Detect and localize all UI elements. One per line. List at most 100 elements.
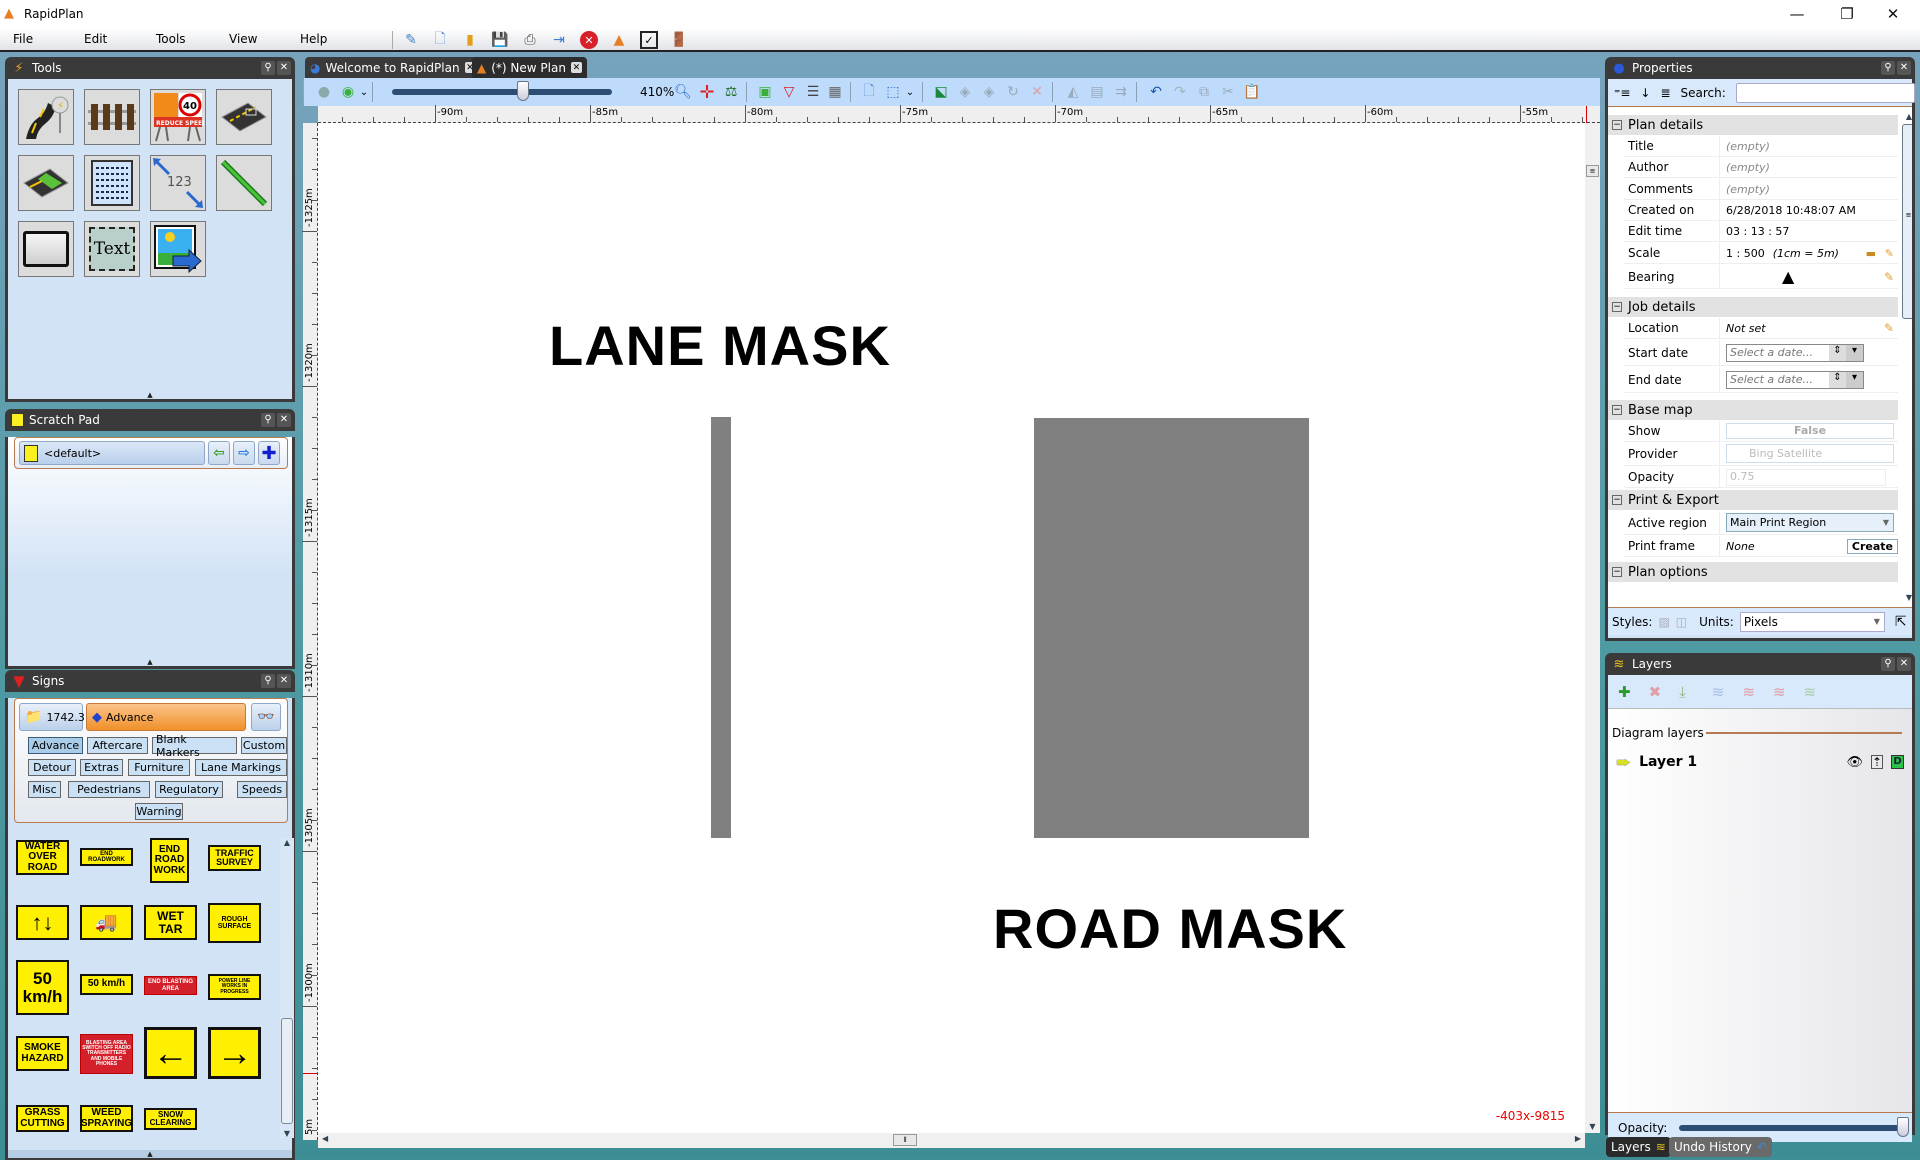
road-mask-label[interactable]: ROAD MASK [993, 896, 1347, 961]
prop-title[interactable]: Title (empty) [1624, 136, 1898, 157]
scroll-up-icon[interactable]: ▲ [1902, 112, 1912, 121]
prop-author[interactable]: Author (empty) [1624, 157, 1898, 178]
chevron-down-icon[interactable]: ⌄ [901, 83, 919, 101]
vertical-scroll-thumb[interactable]: ≡ [1586, 165, 1599, 177]
category-selector[interactable]: ◆ Advance [86, 703, 246, 731]
sign-item[interactable]: WATER OVER ROAD [16, 840, 69, 875]
menu-tools[interactable]: Tools [156, 32, 186, 46]
section-plan-details[interactable]: − Plan details [1608, 115, 1898, 135]
start-date-input[interactable]: Select a date... ⇕ ▾ [1726, 343, 1864, 362]
category-custom[interactable]: Custom [241, 737, 287, 754]
collapse-icon[interactable]: − [1612, 302, 1622, 312]
category-warning[interactable]: Warning [135, 803, 183, 820]
chevron-down-icon[interactable]: ▾ [1846, 344, 1863, 361]
category-furniture[interactable]: Furniture [128, 759, 190, 776]
tab-welcome[interactable]: ◕ Welcome to RapidPlan ✕ [305, 57, 481, 78]
close-icon[interactable]: ✕ [1897, 61, 1911, 75]
properties-scroll-thumb[interactable]: ≡ [1902, 124, 1912, 319]
text-block-tool[interactable] [84, 155, 140, 211]
zoom-slider[interactable] [392, 81, 612, 101]
category-blank-markers[interactable]: Blank Markers [152, 733, 237, 759]
prop-value[interactable]: (empty) [1720, 136, 1898, 156]
ruler-icon[interactable]: ▬ [1866, 247, 1876, 260]
signs-scroll-thumb[interactable] [281, 1018, 293, 1124]
grid-table-icon[interactable]: ▦ [826, 83, 844, 101]
pin-icon[interactable]: ⚲ [261, 61, 275, 75]
section-job-details[interactable]: − Job details [1608, 297, 1898, 317]
zoom-search-icon[interactable]: 🔍︎ [674, 83, 692, 101]
prop-comments[interactable]: Comments (empty) [1624, 179, 1898, 200]
pin-icon[interactable]: ⚲ [1881, 657, 1895, 671]
create-frame-button[interactable]: Create [1846, 538, 1898, 554]
globe-icon[interactable]: ● [315, 83, 333, 101]
prop-location[interactable]: Location Not set ✎ [1624, 318, 1898, 339]
scratch-pad-selector[interactable]: <default> [19, 441, 205, 465]
sign-item[interactable]: → [208, 1027, 261, 1079]
spin-icon[interactable]: ⇕ [1829, 371, 1846, 388]
close-window-button[interactable]: ✕ [1870, 0, 1916, 28]
layer-opacity-slider[interactable] [1679, 1116, 1910, 1137]
pin-icon[interactable]: ⚲ [1881, 61, 1895, 75]
sign-item[interactable]: END ROAD WORK [150, 838, 189, 883]
prop-active-region[interactable]: Active region Main Print Region ▼ [1624, 511, 1898, 535]
sign-item[interactable]: END ROADWORK [80, 848, 133, 866]
categorized-sort-icon[interactable]: ⁼≡ [1614, 86, 1630, 100]
category-misc[interactable]: Misc [28, 781, 61, 798]
layer-type-d-icon[interactable]: D [1891, 755, 1904, 769]
sign-item[interactable]: ↑↓ [16, 905, 69, 940]
sign-item[interactable]: GRASS CUTTING [16, 1105, 69, 1132]
popout-icon[interactable]: ⇱ [1895, 614, 1907, 630]
section-base-map[interactable]: − Base map [1608, 400, 1898, 420]
scratch-resize-handle[interactable]: ▲ [8, 658, 292, 666]
scroll-left-icon[interactable]: ◀ [322, 1134, 328, 1143]
prop-print-frame[interactable]: Print frame None Create [1624, 536, 1898, 557]
export-icon[interactable]: ⇥ [550, 31, 568, 49]
pin-icon[interactable]: ⚲ [261, 413, 275, 427]
pin-icon[interactable]: ⚲ [261, 674, 275, 688]
collapse-icon[interactable]: − [1612, 405, 1622, 415]
unlock-icon[interactable]: ⇡ [1871, 755, 1883, 769]
menu-edit[interactable]: Edit [84, 32, 107, 46]
page-icon[interactable]: 🗋 [860, 83, 878, 101]
layer-opacity-thumb[interactable] [1897, 1116, 1910, 1137]
close-icon[interactable]: ✕ [1897, 657, 1911, 671]
prop-bearing[interactable]: Bearing ▲ ✎ [1624, 265, 1898, 289]
rail-tool[interactable] [84, 89, 140, 145]
sign-triangle-icon[interactable]: ▽ [780, 83, 798, 101]
sign-item[interactable]: 50 km/h [80, 974, 133, 995]
alphabetical-list-icon[interactable]: ≣ [1660, 86, 1670, 100]
canvas-vertical-scrollbar[interactable]: ≡ ▼ [1585, 123, 1600, 1133]
tab-new-plan[interactable]: ▲ (*) New Plan ✕ [472, 57, 587, 78]
sign-item[interactable]: ROUGH SURFACE [208, 903, 261, 943]
lane-mask-tool[interactable] [18, 155, 74, 211]
category-pedestrians[interactable]: Pedestrians [68, 781, 150, 798]
canvas-horizontal-scrollbar[interactable]: ◀ ⦀ ▶ [318, 1133, 1585, 1148]
close-red-icon[interactable]: ✕ [580, 31, 598, 49]
pan-crosshair-icon[interactable]: ✛ [698, 82, 716, 103]
category-advance[interactable]: Advance [28, 737, 83, 754]
bottom-tab-undo-history[interactable]: Undo History ↶ [1669, 1137, 1772, 1157]
reduce-speed-sign-tool[interactable]: 40 REDUCE SPEED [150, 89, 206, 145]
menu-help[interactable]: Help [300, 32, 327, 46]
dimension-tool[interactable]: 123 [150, 155, 206, 211]
text-tool[interactable]: Text [84, 221, 140, 277]
restore-button[interactable]: ❐ [1824, 0, 1870, 28]
scratch-next-button[interactable]: ⇨ [233, 441, 255, 465]
section-plan-options[interactable]: − Plan options [1608, 562, 1898, 582]
road-mask-shape[interactable] [1034, 418, 1309, 838]
collapse-icon[interactable]: − [1612, 120, 1622, 130]
category-lane-markings[interactable]: Lane Markings [195, 759, 287, 776]
paste-icon[interactable]: 📋 [1243, 83, 1261, 101]
rapidplan-cone-icon[interactable]: ▲ [610, 31, 628, 49]
scroll-down-icon[interactable]: ▼ [280, 1129, 294, 1138]
menu-view[interactable]: View [229, 32, 257, 46]
search-signs-button[interactable]: 👓 [251, 703, 281, 731]
sign-item[interactable]: TRAFFIC SURVEY [208, 845, 261, 871]
section-print-export[interactable]: − Print & Export [1608, 490, 1898, 510]
undo-icon[interactable]: ↶ [1147, 83, 1165, 101]
lane-mask-shape[interactable] [711, 417, 731, 838]
close-icon[interactable]: ✕ [277, 674, 291, 688]
rectangle-tool[interactable] [18, 221, 74, 277]
prop-value[interactable]: (empty) [1720, 157, 1898, 177]
scroll-right-icon[interactable]: ▶ [1575, 1134, 1581, 1143]
